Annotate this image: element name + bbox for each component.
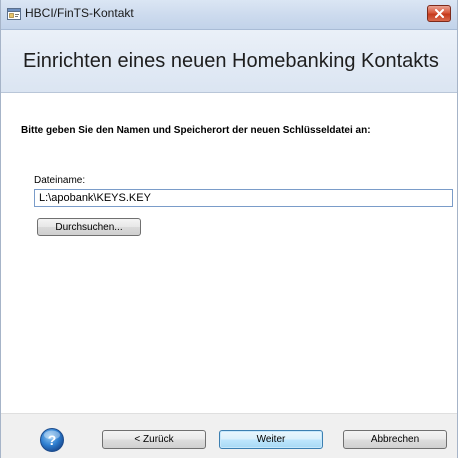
app-window-icon: [7, 7, 21, 20]
wizard-header: Einrichten eines neuen Homebanking Konta…: [1, 30, 457, 93]
browse-button[interactable]: Durchsuchen...: [37, 218, 141, 236]
close-button[interactable]: [427, 5, 451, 22]
page-title: Einrichten eines neuen Homebanking Konta…: [23, 50, 439, 72]
next-button[interactable]: Weiter: [219, 430, 323, 449]
help-icon[interactable]: ?: [39, 427, 65, 453]
back-button[interactable]: < Zurück: [102, 430, 206, 449]
dialog-window: HBCI/FinTS-Kontakt Einrichten eines neue…: [0, 0, 458, 458]
filename-label: Dateiname:: [34, 175, 86, 186]
filename-input[interactable]: [34, 189, 453, 207]
window-title: HBCI/FinTS-Kontakt: [25, 6, 134, 20]
wizard-footer: ? < Zurück Weiter Abbrechen: [1, 413, 457, 458]
svg-text:?: ?: [48, 432, 57, 448]
cancel-button[interactable]: Abbrechen: [343, 430, 447, 449]
close-icon: [435, 9, 444, 18]
instruction-text: Bitte geben Sie den Namen und Speicheror…: [21, 125, 371, 136]
title-bar[interactable]: HBCI/FinTS-Kontakt: [1, 0, 457, 30]
